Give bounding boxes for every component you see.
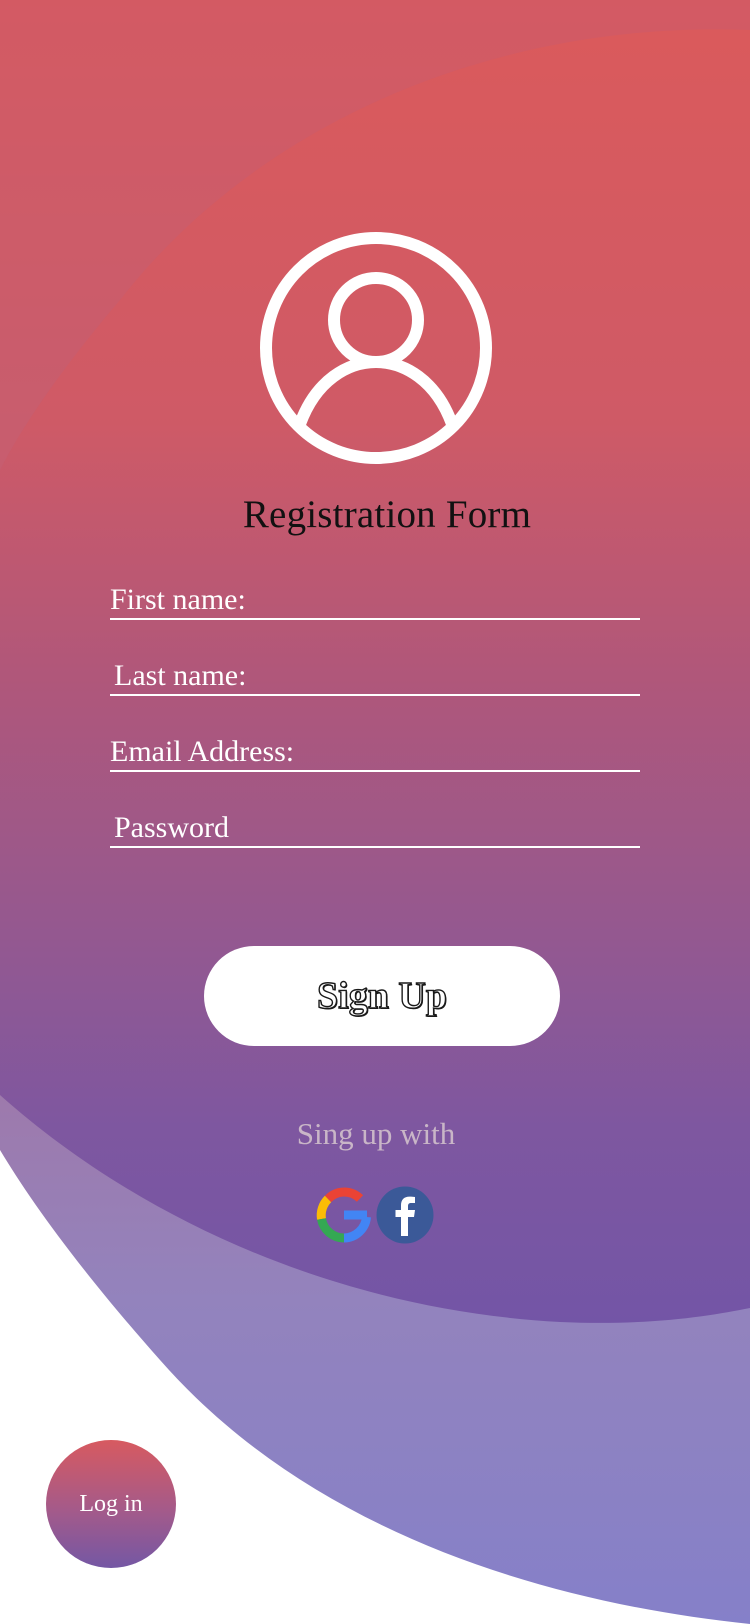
sign-up-with-label: Sing up with xyxy=(296,1116,456,1151)
last-name-field xyxy=(110,658,640,696)
google-icon[interactable] xyxy=(315,1186,373,1244)
password-input[interactable] xyxy=(110,810,640,846)
sign-up-button[interactable]: Sign Up xyxy=(204,946,560,1046)
facebook-icon[interactable] xyxy=(376,1186,434,1244)
email-field xyxy=(110,734,640,772)
password-field xyxy=(110,810,640,848)
page-title: Registration Form xyxy=(242,493,532,536)
first-name-input[interactable] xyxy=(110,582,640,618)
user-circle-icon xyxy=(260,232,492,464)
log-in-button[interactable]: Log in xyxy=(46,1440,176,1568)
last-name-input[interactable] xyxy=(110,658,640,694)
first-name-field xyxy=(110,582,640,620)
email-input[interactable] xyxy=(110,734,640,770)
registration-screen: Registration Form Sign Up Sing up with L… xyxy=(0,0,750,1624)
